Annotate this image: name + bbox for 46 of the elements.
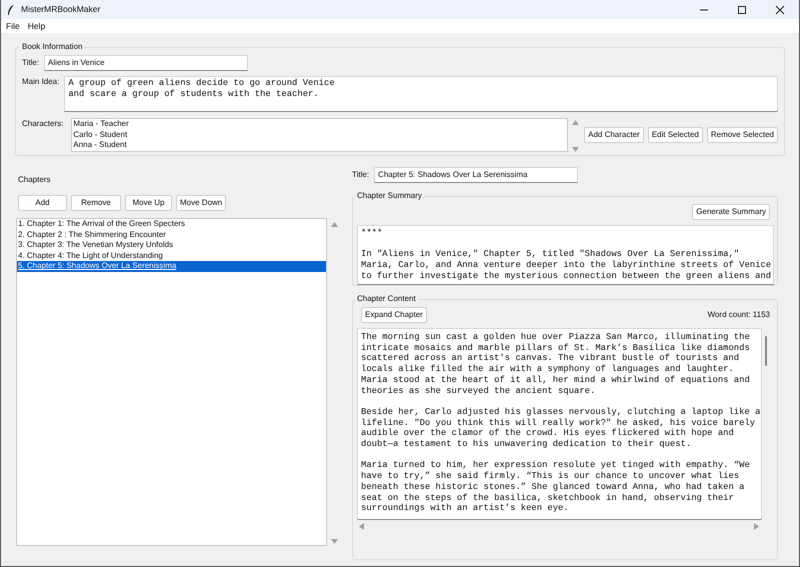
character-button[interactable]: Add Character xyxy=(584,127,644,143)
scrollbar-thumb[interactable] xyxy=(765,336,768,366)
field-label: Title: xyxy=(352,169,370,181)
field-label: Characters: xyxy=(22,118,64,130)
scroll-up-arrow-icon[interactable] xyxy=(572,120,580,125)
section-heading: Chapters xyxy=(18,174,52,186)
maximize-icon[interactable] xyxy=(737,4,747,14)
list-item[interactable]: Carlo - Student xyxy=(72,130,568,140)
field-label: Main Idea: xyxy=(22,76,60,88)
scroll-left-arrow-icon[interactable] xyxy=(359,523,364,530)
character-button[interactable]: Remove Selected xyxy=(706,127,778,143)
word-count: Word count: 1153 xyxy=(708,309,770,321)
chapter-list[interactable] xyxy=(16,218,327,546)
chapter-button[interactable]: Move Up xyxy=(125,195,172,211)
chapter-button[interactable]: Add xyxy=(18,195,67,211)
scroll-right-arrow-icon[interactable] xyxy=(754,523,759,530)
chapter-title-field[interactable]: Chapter 5: Shadows Over La Serenissima xyxy=(374,167,578,183)
main-idea-field[interactable]: A group of green aliens decide to go around Venice and scare a group of students with the teacher. xyxy=(64,76,778,112)
feather-icon xyxy=(7,4,15,14)
scroll-down-arrow-icon[interactable] xyxy=(572,147,580,152)
list-item[interactable]: Anna - Student xyxy=(72,140,568,151)
character-button[interactable]: Edit Selected xyxy=(648,127,703,143)
scroll-up-arrow-icon[interactable] xyxy=(331,222,338,227)
chapter-item[interactable]: 2. Chapter 2 : The Shimmering Encounter xyxy=(17,230,326,240)
chapter-item[interactable]: 1. Chapter 1: The Arrival of the Green Specters xyxy=(17,219,326,230)
summary-text-area[interactable]: **** In "Aliens in Venice," Chapter 5, titled "Shadows Over La Serenissima," Maria, Carlo, and Anna venture deeper into the labyrinthine streets of Venice to further investigate the mysterious connection between the green aliens and xyxy=(357,225,774,285)
list-item[interactable]: Maria - Teacher xyxy=(72,119,568,130)
chapter-item[interactable]: 5. Chapter 5: Shadows Over La Serenissima xyxy=(17,261,326,272)
window-title: MisterMRBookMaker xyxy=(21,3,100,16)
chapter-button[interactable]: Remove xyxy=(71,195,121,211)
scroll-down-arrow-icon[interactable] xyxy=(331,539,338,544)
close-icon[interactable] xyxy=(775,4,785,14)
expand-chapter-button[interactable]: Expand Chapter xyxy=(361,307,427,323)
group-heading: Chapter Content xyxy=(356,295,417,303)
chapter-item[interactable]: 3. Chapter 3: The Venetian Mystery Unfolds xyxy=(17,240,326,251)
chapter-content-area[interactable]: The morning sun cast a golden hue over Piazza San Marco, illuminating the intricate mosaics and marble pillars of St. Mark’s Basilica like diamonds scattered across an artist's canvas. The vibrant bustle of tourists and locals alike filled the air with a symphony of languages and laughter. Maria stood at the heart of it all, her mind a whirlwind of equations and theories as she surveyed the ancient square. Beside her, Carlo adjusted his glasses nervously, clutching a laptop like a lifeline. "Do you think this will really work?" he asked, his voice barely audible over the clamor of the crowd. His eyes flickered with hope and doubt—a testament to his unwavering dedication to their quest. Maria turned to him, her expression resolute yet tinged with empathy. “We have to try,” she said firmly. “This is our chance to uncover what lies beneath these historic stones.” She glanced toward Anna, who had taken a seat on the steps of the basilica, sketchbook in hand, observing their surroundings with an artist’s keen eye. xyxy=(357,328,762,520)
character-list[interactable]: Maria - Teacher Carlo - Student Anna - Student xyxy=(71,118,568,152)
chapter-button[interactable]: Move Down xyxy=(176,195,226,211)
title-field[interactable]: Aliens in Venice xyxy=(44,55,248,71)
generate-summary-button[interactable]: Generate Summary xyxy=(692,204,770,220)
group-heading: Chapter Summary xyxy=(356,192,423,200)
chapter-item[interactable]: 4. Chapter 4: The Light of Understanding xyxy=(17,250,326,262)
menu-item[interactable]: Help xyxy=(28,20,46,32)
field-label: Title: xyxy=(22,57,40,69)
group-heading: Book Information xyxy=(21,43,84,51)
menu-item[interactable]: File xyxy=(6,20,20,32)
